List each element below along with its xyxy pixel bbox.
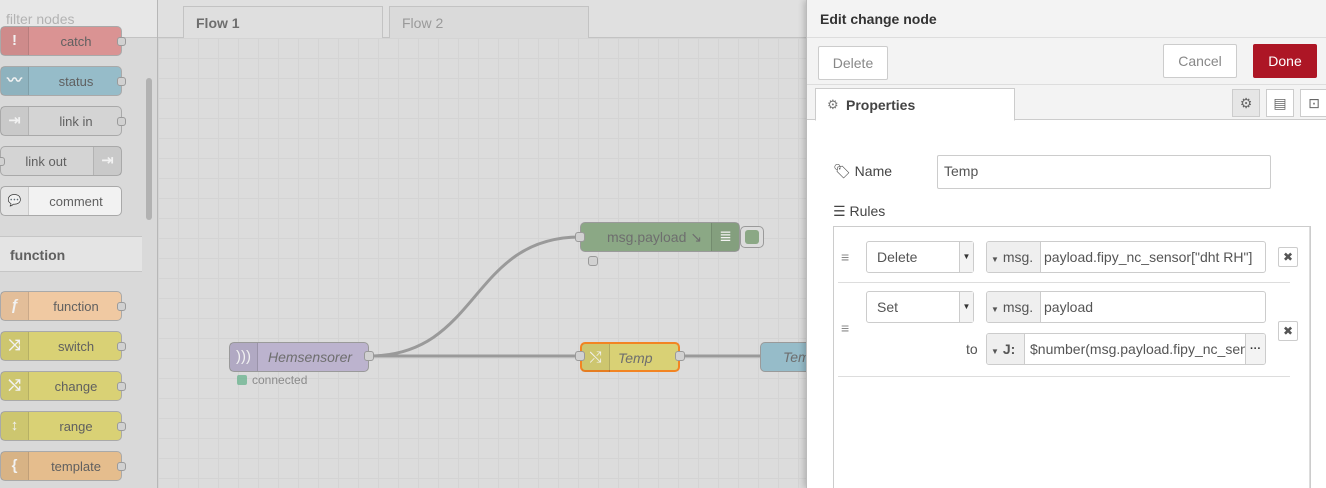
edit-tray: Edit change node Delete Cancel Done ⚙ Pr… bbox=[806, 0, 1326, 488]
drag-handle-icon[interactable]: ≡ bbox=[841, 320, 849, 336]
drag-handle-icon[interactable]: ≡ bbox=[841, 249, 849, 265]
type-select[interactable]: ▼ J: bbox=[987, 334, 1025, 364]
remove-rule-button[interactable]: ✖ bbox=[1278, 247, 1298, 267]
select-value: Set bbox=[877, 299, 899, 315]
caret-down-icon: ▼ bbox=[991, 347, 999, 356]
cancel-button[interactable]: Cancel bbox=[1163, 44, 1237, 78]
rules-label-text: Rules bbox=[849, 203, 886, 219]
name-label-text: Name bbox=[854, 163, 893, 179]
rule-property-input[interactable]: ▼ msg. payload.fipy_nc_sensor["dht RH"] bbox=[986, 241, 1266, 273]
remove-rule-button[interactable]: ✖ bbox=[1278, 321, 1298, 341]
expression-value: $number(msg.payload.fipy_nc_sen bbox=[1030, 341, 1248, 357]
tab-properties[interactable]: ⚙ Properties bbox=[815, 88, 1015, 121]
tray-title: Edit change node bbox=[820, 11, 937, 27]
caret-down-icon: ▼ bbox=[959, 242, 973, 272]
rule-to-value-input[interactable]: ▼ J: $number(msg.payload.fipy_nc_sen ··· bbox=[986, 333, 1266, 365]
caret-down-icon: ▼ bbox=[991, 305, 999, 314]
rules-scrollbar[interactable] bbox=[1309, 227, 1310, 488]
gear-icon[interactable]: ⚙ bbox=[1232, 89, 1260, 117]
rule-action-select[interactable]: Delete ▼ bbox=[866, 241, 974, 273]
tag-icon: 🏷 bbox=[833, 163, 851, 179]
list-icon: ☰ bbox=[833, 203, 846, 219]
rules-label: ☰ Rules bbox=[833, 203, 885, 220]
jsonata-icon: J: bbox=[1002, 341, 1016, 357]
document-icon[interactable]: ▤ bbox=[1266, 89, 1294, 117]
name-label: 🏷 Name bbox=[833, 163, 892, 180]
caret-down-icon: ▼ bbox=[959, 292, 973, 322]
rules-list: ≡ Delete ▼ ▼ msg. payload.fipy_nc_sensor… bbox=[833, 226, 1311, 488]
tray-toolbar: Delete Cancel Done bbox=[807, 38, 1326, 85]
type-label: msg. bbox=[1002, 299, 1034, 315]
type-select[interactable]: ▼ msg. bbox=[987, 292, 1041, 322]
caret-down-icon: ▼ bbox=[991, 255, 999, 264]
type-label: msg. bbox=[1002, 249, 1034, 265]
gear-icon: ⚙ bbox=[827, 97, 839, 112]
tab-label: Properties bbox=[846, 97, 916, 113]
close-icon: ✖ bbox=[1282, 250, 1294, 264]
property-value: payload.fipy_nc_sensor["dht RH"] bbox=[1044, 249, 1253, 265]
delete-button[interactable]: Delete bbox=[818, 46, 888, 80]
type-select[interactable]: ▼ msg. bbox=[987, 242, 1041, 272]
rule-row: ≡ Delete ▼ ▼ msg. payload.fipy_nc_sensor… bbox=[838, 227, 1298, 283]
tray-tab-bar: ⚙ Properties ⚙ ▤ ⊡ bbox=[807, 85, 1326, 121]
rule-row: ≡ Set ▼ ▼ msg. payload to ▼ J: $number(m… bbox=[838, 283, 1298, 377]
close-icon: ✖ bbox=[1282, 324, 1294, 338]
rule-property-input[interactable]: ▼ msg. payload bbox=[986, 291, 1266, 323]
to-label: to bbox=[966, 341, 978, 357]
tray-header: Edit change node bbox=[807, 0, 1326, 38]
done-button[interactable]: Done bbox=[1253, 44, 1317, 78]
workspace-overlay bbox=[0, 0, 806, 488]
more-options-icon[interactable]: ··· bbox=[1245, 334, 1265, 364]
node-appearance-icon[interactable]: ⊡ bbox=[1300, 89, 1326, 117]
select-value: Delete bbox=[877, 249, 918, 265]
rule-action-select[interactable]: Set ▼ bbox=[866, 291, 974, 323]
name-input[interactable]: Temp bbox=[937, 155, 1271, 189]
property-value: payload bbox=[1044, 299, 1094, 315]
